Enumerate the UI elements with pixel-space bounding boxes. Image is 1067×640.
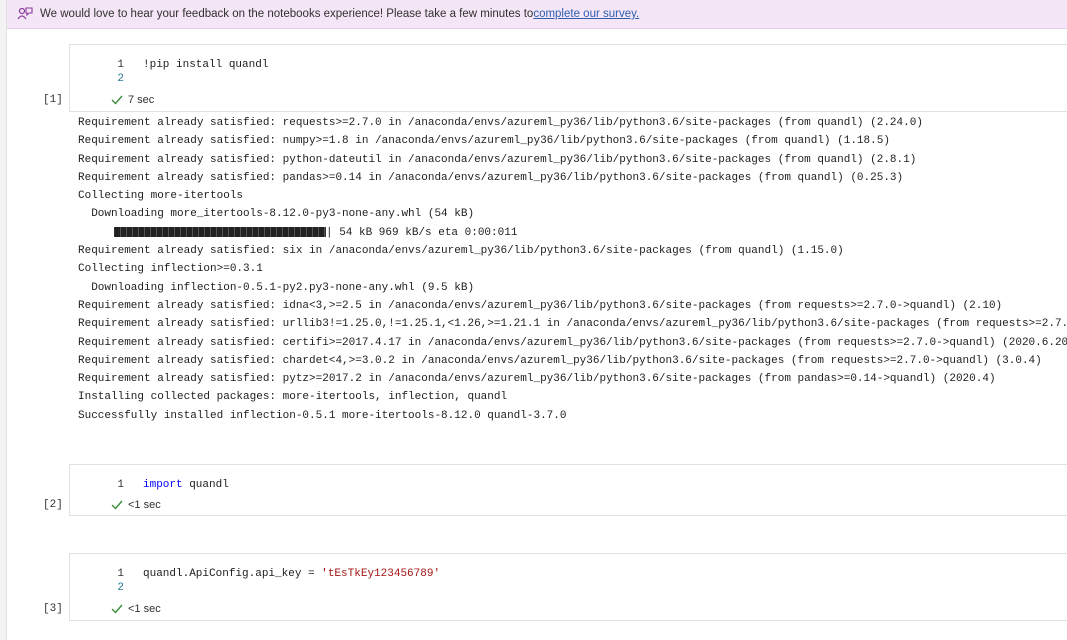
output-line: Downloading more_itertools-8.12.0-py3-no… <box>78 208 475 221</box>
keyword: import <box>143 479 183 491</box>
progress-bar <box>114 226 326 237</box>
line-number: 2 <box>117 582 124 594</box>
code-cell-1[interactable]: 1 2 !pip install quandl 7 sec <box>69 44 1067 112</box>
survey-link[interactable]: complete our survey. <box>533 8 639 20</box>
execution-count: [2] <box>43 499 63 511</box>
output-line: Successfully installed inflection-0.5.1 … <box>78 409 567 422</box>
output-line: Requirement already satisfied: pandas>=0… <box>78 171 904 184</box>
banner-text: We would love to hear your feedback on t… <box>40 8 534 20</box>
cell-output: Requirement already satisfied: requests>… <box>78 114 1067 425</box>
output-line: Requirement already satisfied: chardet<4… <box>78 354 1042 367</box>
line-number: 2 <box>117 73 124 85</box>
code-line[interactable]: !pip install quandl <box>143 59 268 71</box>
output-line: Requirement already satisfied: urllib3!=… <box>78 318 1067 331</box>
code-text: quandl <box>182 479 229 491</box>
run-duration: <1 sec <box>128 603 161 615</box>
execution-count: [3] <box>43 603 63 615</box>
output-line: Collecting inflection>=0.3.1 <box>78 263 263 276</box>
checkmark-icon <box>111 499 125 511</box>
execution-count: [1] <box>43 94 63 106</box>
code-cell-2[interactable]: 1 import quandl <1 sec <box>69 464 1067 516</box>
code-cell-3[interactable]: 1 2 quandl.ApiConfig.api_key = 'tEsTkEy1… <box>69 553 1067 621</box>
output-line: Requirement already satisfied: certifi>=… <box>78 336 1067 349</box>
line-number: 1 <box>117 568 124 580</box>
checkmark-icon <box>111 603 125 615</box>
string-literal: 'tEsTkEy123456789' <box>321 568 441 580</box>
output-line: Downloading inflection-0.5.1-py2.py3-non… <box>78 281 475 294</box>
output-line: Requirement already satisfied: six in /a… <box>78 245 844 258</box>
run-status: 7 sec <box>111 94 154 106</box>
code-line[interactable]: quandl.ApiConfig.api_key = 'tEsTkEy12345… <box>143 568 440 580</box>
feedback-icon <box>16 6 34 22</box>
line-number: 1 <box>117 59 124 71</box>
output-line: Requirement already satisfied: python-da… <box>78 153 917 166</box>
feedback-banner: We would love to hear your feedback on t… <box>7 0 1067 29</box>
output-line: Requirement already satisfied: idna<3,>=… <box>78 299 1003 312</box>
run-duration: <1 sec <box>128 499 161 511</box>
output-line: Requirement already satisfied: numpy>=1.… <box>78 135 890 148</box>
progress-text: | 54 kB 969 kB/s eta 0:00:011 <box>326 226 518 239</box>
checkmark-icon <box>111 94 125 106</box>
run-duration: 7 sec <box>128 94 155 106</box>
output-line: Collecting more-itertools <box>78 190 244 203</box>
output-line: Requirement already satisfied: pytz>=201… <box>78 373 996 386</box>
line-number: 1 <box>117 479 124 491</box>
code-line[interactable]: import quandl <box>143 479 229 491</box>
code-text: quandl.ApiConfig.api_key = <box>143 568 322 580</box>
output-line: Requirement already satisfied: requests>… <box>78 117 923 129</box>
output-line: | 54 kB 969 kB/s eta 0:00:011 <box>78 224 1067 242</box>
output-line: Installing collected packages: more-iter… <box>78 391 508 404</box>
left-rail <box>0 0 7 640</box>
run-status: <1 sec <box>111 499 161 511</box>
run-status: <1 sec <box>111 603 161 615</box>
